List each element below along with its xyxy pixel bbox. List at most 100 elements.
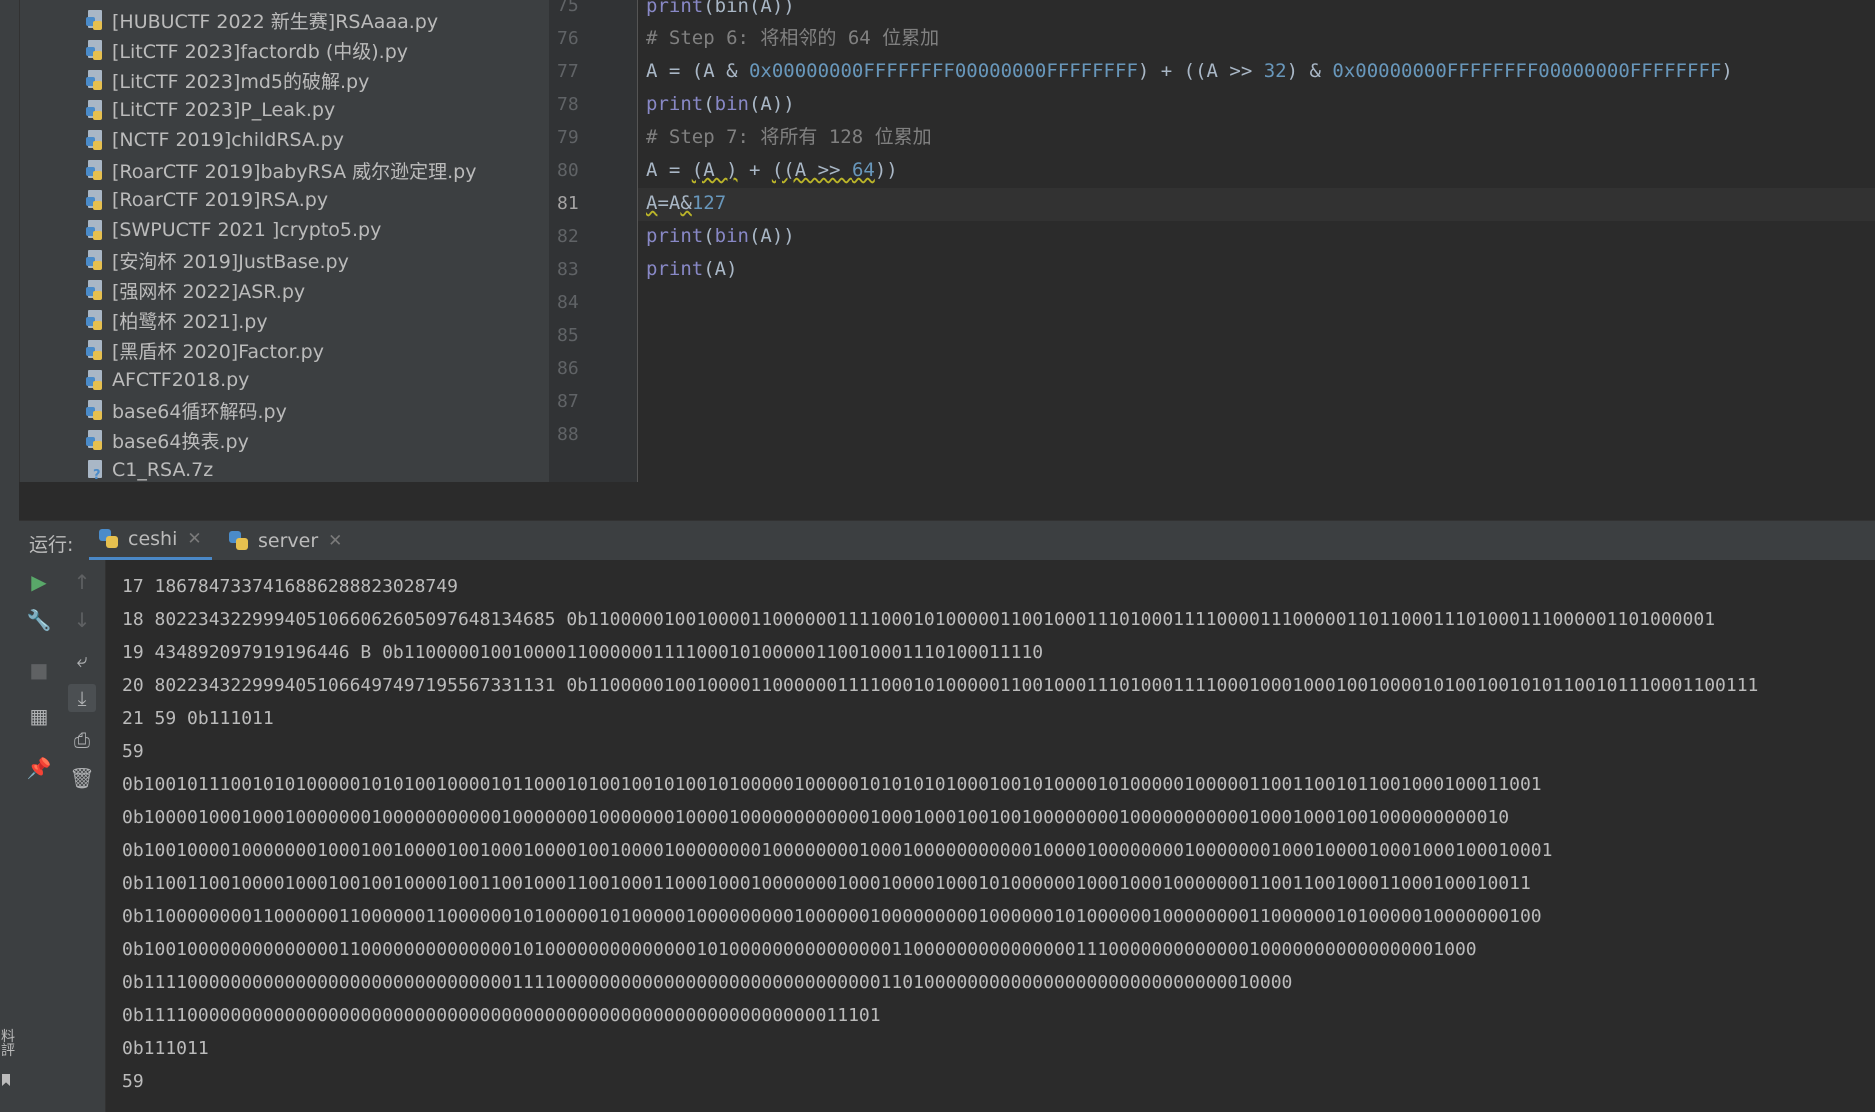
number-literal: 127: [691, 192, 727, 214]
project-file-item[interactable]: ? C1_RSA.7z: [86, 455, 213, 485]
project-file-item[interactable]: [柏鹭杯 2021].py: [86, 305, 268, 335]
line-number: 88: [557, 424, 579, 445]
line-number: 86: [557, 358, 579, 379]
line-number: 87: [557, 391, 579, 412]
python-file-icon: [86, 400, 104, 420]
project-file-item[interactable]: [LitCTF 2023]factordb (中级).py: [86, 35, 408, 65]
tab-server[interactable]: server ✕: [219, 521, 352, 561]
trash-icon[interactable]: 🗑: [68, 764, 96, 792]
python-file-icon: [86, 340, 104, 360]
rerun-icon[interactable]: ▶: [25, 568, 53, 596]
project-file-item[interactable]: [LitCTF 2023]P_Leak.py: [86, 95, 335, 125]
console-line: 0b10010111001010100000101010010000101100…: [122, 774, 1542, 795]
console-line: 0b10010000000000000011000000000000001010…: [122, 939, 1477, 960]
tab-ceshi[interactable]: ceshi ✕: [89, 521, 212, 561]
close-icon[interactable]: ✕: [328, 531, 342, 551]
python-file-icon: [86, 100, 104, 120]
line-number: 85: [557, 325, 579, 346]
panel-splitter[interactable]: [19, 482, 1875, 520]
bookmark-icon[interactable]: [2, 1074, 10, 1086]
python-file-icon: [86, 190, 104, 210]
code-line-79[interactable]: # Step 7: 将所有 128 位累加: [646, 121, 932, 154]
run-toolbar-secondary: ↑ ↓ ⤶ ⤓ ⎙ 🗑: [58, 560, 106, 1112]
current-line-highlight: [638, 188, 1875, 221]
run-label: 运行:: [29, 534, 74, 556]
tab-label: ceshi: [128, 528, 178, 550]
console-line: 59: [122, 1071, 144, 1092]
layout-icon[interactable]: ▦: [25, 702, 53, 730]
project-file-item[interactable]: [NCTF 2019]childRSA.py: [86, 125, 344, 155]
python-file-icon: [86, 310, 104, 330]
file-name: [LitCTF 2023]md5的破解.py: [112, 70, 370, 93]
code-line-83[interactable]: print(A): [646, 253, 738, 286]
project-file-item[interactable]: [SWPUCTF 2021 ]crypto5.py: [86, 215, 381, 245]
up-arrow-icon[interactable]: ↑: [68, 568, 96, 596]
run-console-output[interactable]: 17 18678473374168862888230287​49 18 80223…: [106, 560, 1875, 1112]
down-arrow-icon[interactable]: ↓: [68, 606, 96, 634]
stop-icon[interactable]: ■: [25, 656, 53, 684]
project-file-item[interactable]: [HUBUCTF 2022 新生赛]RSAaaa.py: [86, 5, 438, 35]
structure-tool-label[interactable]: 料評: [1, 1030, 15, 1058]
code-line-81[interactable]: A=A&127: [646, 187, 726, 220]
file-name: AFCTF2018.py: [112, 369, 250, 391]
project-file-item[interactable]: AFCTF2018.py: [86, 365, 249, 395]
python-icon: [229, 531, 249, 551]
code-line-82[interactable]: print(bin(A)): [646, 220, 795, 253]
code-editor[interactable]: 75 76 77 78 79 80 81 82 83 84 85 86 87 88 print(bin(A…: [549, 0, 1875, 482]
line-number: 81: [557, 193, 579, 214]
code-line-80[interactable]: A = (A ) + ((A >> 64)): [646, 154, 898, 187]
code-token: print: [646, 225, 704, 247]
python-file-icon: [86, 220, 104, 240]
pin-icon[interactable]: 📌: [25, 754, 53, 782]
python-file-icon: [86, 280, 104, 300]
close-icon[interactable]: ✕: [187, 529, 201, 549]
project-file-item[interactable]: [LitCTF 2023]md5的破解.py: [86, 65, 369, 95]
console-line: 19 43489209791919644​6 B 0b1100000100100…: [122, 642, 1044, 663]
console-line: 20 8022343229994051066497497195567331131…: [122, 675, 1759, 696]
soft-wrap-icon[interactable]: ⤶: [68, 646, 96, 674]
project-file-item[interactable]: base64换表.py: [86, 425, 249, 455]
project-file-item[interactable]: [强网杯 2022]ASR.py: [86, 275, 305, 305]
file-name: [RoarCTF 2019]babyRSA 威尔逊定理.py: [112, 160, 477, 183]
project-file-item[interactable]: [RoarCTF 2019]RSA.py: [86, 185, 328, 215]
left-tool-strip: 料評: [0, 0, 20, 1112]
code-token: print: [646, 258, 704, 280]
wrench-icon[interactable]: 🔧: [25, 606, 53, 634]
project-file-item[interactable]: [安洵杯 2019]JustBase.py: [86, 245, 349, 275]
python-file-icon: [86, 430, 104, 450]
console-line: 0b11110000000000000000000000000000000000…: [122, 1005, 881, 1026]
file-name: [NCTF 2019]childRSA.py: [112, 129, 344, 151]
scroll-to-end-icon[interactable]: ⤓: [68, 684, 96, 712]
project-file-item[interactable]: [RoarCTF 2019]babyRSA 威尔逊定理.py: [86, 155, 476, 185]
print-icon[interactable]: ⎙: [68, 726, 96, 754]
code-token: ((A >>: [771, 159, 852, 181]
project-file-item[interactable]: [黑盾杯 2020]Factor.py: [86, 335, 324, 365]
code-token: (: [703, 225, 715, 247]
code-line-75[interactable]: print(bin(A)): [646, 0, 795, 23]
number-literal: 64: [851, 159, 875, 181]
console-line: 0b11000000001100000011000000110000001010…: [122, 906, 1542, 927]
file-name: [柏鹭杯 2021].py: [112, 310, 268, 333]
code-token: (bin(A)): [703, 0, 795, 17]
console-line: 0b10010000100000001000100100001001000100…: [122, 840, 1553, 861]
file-name: [LitCTF 2023]factordb (中级).py: [112, 40, 408, 63]
run-toolbar-primary: ▶ 🔧 ■ ▦ 📌: [19, 560, 58, 1112]
line-number: 75: [557, 0, 579, 16]
code-token: (A)): [748, 225, 795, 247]
console-line: 0b111011: [122, 1038, 209, 1059]
project-file-item[interactable]: base64循环解码.py: [86, 395, 287, 425]
code-line-77[interactable]: A = (A & 0x00000000FFFFFFFF00000000FFFFF…: [646, 55, 1733, 88]
file-name: [RoarCTF 2019]RSA.py: [112, 189, 329, 211]
line-number: 77: [557, 61, 579, 82]
code-line-78[interactable]: print(bin(A)): [646, 88, 795, 121]
code-token: A =: [646, 159, 692, 181]
code-token: ) + ((A >>: [1137, 60, 1264, 82]
console-line: 21 59 0b111011: [122, 708, 274, 729]
code-token: =: [657, 192, 669, 214]
file-name: [强网杯 2022]ASR.py: [112, 280, 306, 303]
console-line: 0b10000100010001000000010000000000010000…: [122, 807, 1510, 828]
code-line-76[interactable]: # Step 6: 将相邻的 64 位累加: [646, 22, 939, 55]
code-token: (A): [703, 258, 738, 280]
console-line: 18 802234322999405106606260509764813468​…: [122, 609, 1716, 630]
line-number: 79: [557, 127, 579, 148]
